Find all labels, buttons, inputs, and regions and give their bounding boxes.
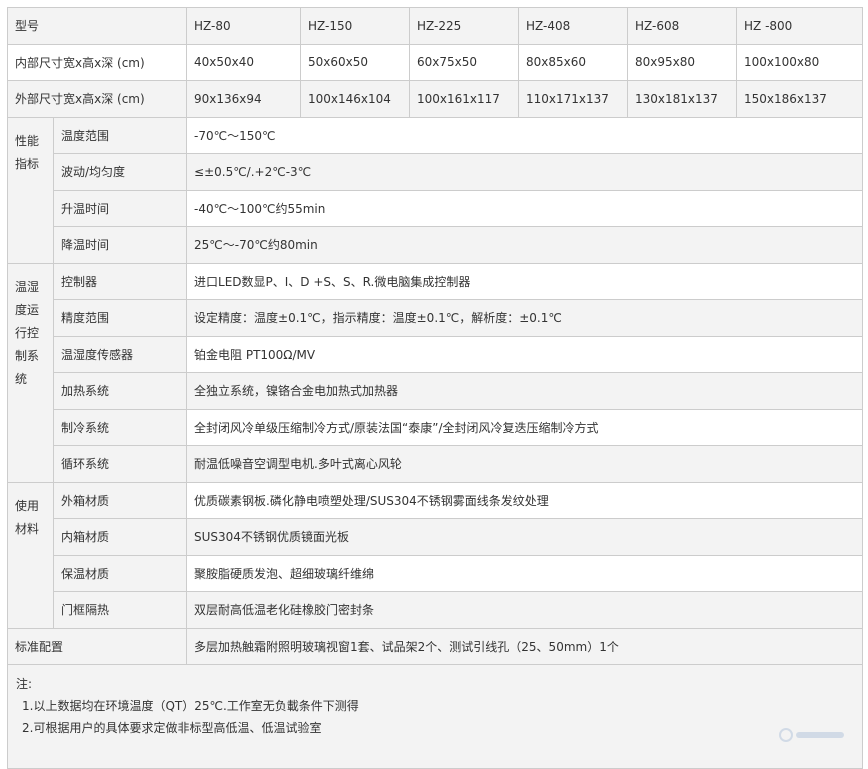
spec-value: -40℃～100℃约55min (187, 190, 863, 227)
spec-value: 铂金电阻 PT100Ω/MV (187, 336, 863, 373)
performance-row: 性能指标 温度范围 -70℃～150℃ (8, 117, 863, 154)
spec-name: 内箱材质 (54, 519, 187, 556)
model-cell: HZ -800 (737, 8, 863, 45)
inner-size-cell: 40x50x40 (187, 44, 301, 81)
spec-name: 保温材质 (54, 555, 187, 592)
spec-value: -70℃～150℃ (187, 117, 863, 154)
spec-table: 型号 HZ-80 HZ-150 HZ-225 HZ-408 HZ-608 HZ … (7, 7, 863, 769)
spec-value: 优质碳素钢板.磷化静电喷塑处理/SUS304不锈钢雾面线条发纹处理 (187, 482, 863, 519)
inner-size-cell: 60x75x50 (410, 44, 519, 81)
standard-config-value: 多层加热触霜附照明玻璃视窗1套、试品架2个、测试引线孔（25、50mm）1个 (187, 628, 863, 665)
control-row: 加热系统 全独立系统，镍铬合金电加热式加热器 (8, 373, 863, 410)
spec-value: 聚胺脂硬质发泡、超细玻璃纤维绵 (187, 555, 863, 592)
control-row: 温湿度传感器 铂金电阻 PT100Ω/MV (8, 336, 863, 373)
outer-size-cell: 130x181x137 (628, 81, 737, 118)
note-line: 2.可根据用户的具体要求定做非标型高低温、低温试验室 (16, 717, 854, 739)
spec-name: 温度范围 (54, 117, 187, 154)
inner-size-cell: 50x60x50 (301, 44, 410, 81)
spec-value: 设定精度：温度±0.1℃，指示精度：温度±0.1℃，解析度：±0.1℃ (187, 300, 863, 337)
materials-group-label: 使用材料 (8, 482, 54, 628)
spec-name: 制冷系统 (54, 409, 187, 446)
inner-size-cell: 80x85x60 (519, 44, 628, 81)
spec-value: 全封闭风冷单级压缩制冷方式/原装法国“泰康”/全封闭风冷复迭压缩制冷方式 (187, 409, 863, 446)
performance-row: 升温时间 -40℃～100℃约55min (8, 190, 863, 227)
model-cell: HZ-408 (519, 8, 628, 45)
spec-name: 波动/均匀度 (54, 154, 187, 191)
spec-name: 外箱材质 (54, 482, 187, 519)
materials-row: 门框隔热 双层耐高低温老化硅橡胶门密封条 (8, 592, 863, 629)
standard-config-label: 标准配置 (8, 628, 187, 665)
control-row: 制冷系统 全封闭风冷单级压缩制冷方式/原装法国“泰康”/全封闭风冷复迭压缩制冷方… (8, 409, 863, 446)
control-row: 精度范围 设定精度：温度±0.1℃，指示精度：温度±0.1℃，解析度：±0.1℃ (8, 300, 863, 337)
header-row: 型号 HZ-80 HZ-150 HZ-225 HZ-408 HZ-608 HZ … (8, 8, 863, 45)
performance-row: 降温时间 25℃～-70℃约80min (8, 227, 863, 264)
outer-size-cell: 110x171x137 (519, 81, 628, 118)
outer-size-cell: 90x136x94 (187, 81, 301, 118)
spec-name: 控制器 (54, 263, 187, 300)
model-label: 型号 (8, 8, 187, 45)
spec-name: 门框隔热 (54, 592, 187, 629)
spec-name: 升温时间 (54, 190, 187, 227)
model-cell: HZ-608 (628, 8, 737, 45)
spec-value: ≤±0.5℃/.+2℃-3℃ (187, 154, 863, 191)
spec-name: 循环系统 (54, 446, 187, 483)
watermark-logo-icon (778, 727, 848, 743)
spec-value: 25℃～-70℃约80min (187, 227, 863, 264)
spec-name: 精度范围 (54, 300, 187, 337)
spec-value: SUS304不锈钢优质镜面光板 (187, 519, 863, 556)
spec-name: 降温时间 (54, 227, 187, 264)
outer-size-row: 外部尺寸宽x高x深 (cm) 90x136x94 100x146x104 100… (8, 81, 863, 118)
materials-row: 内箱材质 SUS304不锈钢优质镜面光板 (8, 519, 863, 556)
materials-row: 使用材料 外箱材质 优质碳素钢板.磷化静电喷塑处理/SUS304不锈钢雾面线条发… (8, 482, 863, 519)
outer-size-label: 外部尺寸宽x高x深 (cm) (8, 81, 187, 118)
spec-name: 温湿度传感器 (54, 336, 187, 373)
model-cell: HZ-225 (410, 8, 519, 45)
inner-size-label: 内部尺寸宽x高x深 (cm) (8, 44, 187, 81)
spec-value: 双层耐高低温老化硅橡胶门密封条 (187, 592, 863, 629)
spec-value: 耐温低噪音空调型电机.多叶式离心风轮 (187, 446, 863, 483)
model-cell: HZ-80 (187, 8, 301, 45)
notes-row: 注: 1.以上数据均在环境温度（QT）25℃.工作室无负載条件下测得 2.可根据… (8, 665, 863, 769)
inner-size-row: 内部尺寸宽x高x深 (cm) 40x50x40 50x60x50 60x75x5… (8, 44, 863, 81)
outer-size-cell: 100x161x117 (410, 81, 519, 118)
model-cell: HZ-150 (301, 8, 410, 45)
spec-value: 全独立系统，镍铬合金电加热式加热器 (187, 373, 863, 410)
performance-row: 波动/均匀度 ≤±0.5℃/.+2℃-3℃ (8, 154, 863, 191)
control-row: 循环系统 耐温低噪音空调型电机.多叶式离心风轮 (8, 446, 863, 483)
performance-group-label: 性能指标 (8, 117, 54, 263)
control-row: 温湿度运行控制系统 控制器 进口LED数显P、I、D +S、S、R.微电脑集成控… (8, 263, 863, 300)
spec-value: 进口LED数显P、I、D +S、S、R.微电脑集成控制器 (187, 263, 863, 300)
spec-name: 加热系统 (54, 373, 187, 410)
inner-size-cell: 80x95x80 (628, 44, 737, 81)
control-group-label: 温湿度运行控制系统 (8, 263, 54, 482)
standard-config-row: 标准配置 多层加热触霜附照明玻璃视窗1套、试品架2个、测试引线孔（25、50mm… (8, 628, 863, 665)
materials-row: 保温材质 聚胺脂硬质发泡、超细玻璃纤维绵 (8, 555, 863, 592)
inner-size-cell: 100x100x80 (737, 44, 863, 81)
outer-size-cell: 100x146x104 (301, 81, 410, 118)
notes-title: 注: (16, 673, 854, 695)
note-line: 1.以上数据均在环境温度（QT）25℃.工作室无负載条件下测得 (16, 695, 854, 717)
outer-size-cell: 150x186x137 (737, 81, 863, 118)
notes-cell: 注: 1.以上数据均在环境温度（QT）25℃.工作室无负載条件下测得 2.可根据… (8, 665, 863, 769)
